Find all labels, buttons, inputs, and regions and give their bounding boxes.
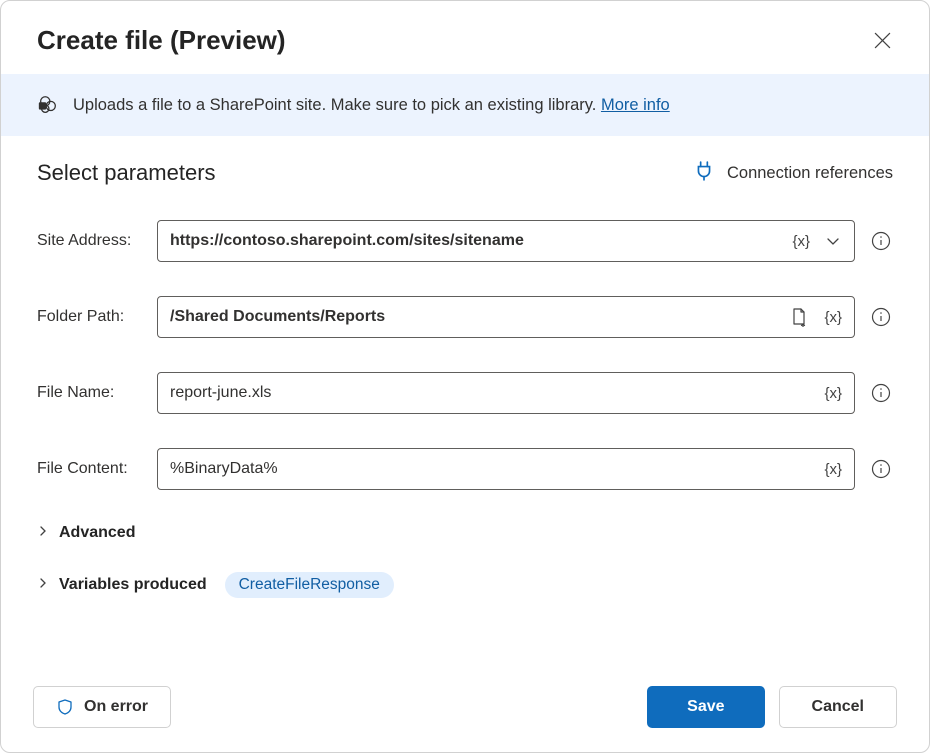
folder-path-label: Folder Path: <box>37 308 157 326</box>
field-site-address: Site Address: {x} <box>37 220 893 262</box>
info-banner: S Uploads a file to a SharePoint site. M… <box>1 74 929 136</box>
info-icon <box>871 459 891 479</box>
parameters-title: Select parameters <box>37 160 216 186</box>
file-name-input-wrap[interactable]: {x} <box>157 372 855 414</box>
dialog-header: Create file (Preview) <box>1 1 929 74</box>
file-content-adornments: {x} <box>822 460 844 479</box>
variable-token-button[interactable]: {x} <box>790 232 812 251</box>
site-address-input[interactable] <box>170 232 790 250</box>
field-folder-path: Folder Path: {x} <box>37 296 893 338</box>
variable-chip[interactable]: CreateFileResponse <box>225 572 394 598</box>
file-content-info[interactable] <box>869 459 893 479</box>
info-icon <box>871 383 891 403</box>
dialog-footer: On error Save Cancel <box>1 668 929 752</box>
close-icon <box>874 32 891 49</box>
dialog-title: Create file (Preview) <box>37 25 286 56</box>
banner-description: Uploads a file to a SharePoint site. Mak… <box>73 96 601 114</box>
folder-path-input-wrap[interactable]: {x} <box>157 296 855 338</box>
cancel-button[interactable]: Cancel <box>779 686 897 728</box>
file-name-input[interactable] <box>170 384 822 402</box>
chevron-right-icon <box>37 576 49 594</box>
site-address-adornments: {x} <box>790 230 844 252</box>
site-address-dropdown-button[interactable] <box>822 230 844 252</box>
file-content-label: File Content: <box>37 460 157 478</box>
advanced-toggle[interactable]: Advanced <box>37 524 893 542</box>
info-icon <box>871 231 891 251</box>
footer-actions: Save Cancel <box>647 686 897 728</box>
file-content-input-wrap[interactable]: {x} <box>157 448 855 490</box>
on-error-label: On error <box>84 698 148 716</box>
create-file-dialog: Create file (Preview) S Uploads a file t… <box>0 0 930 753</box>
chevron-right-icon <box>37 524 49 542</box>
chevron-down-icon <box>825 233 841 249</box>
folder-path-adornments: {x} <box>786 304 844 330</box>
site-address-input-wrap[interactable]: {x} <box>157 220 855 262</box>
variable-token-button[interactable]: {x} <box>822 308 844 327</box>
file-name-info[interactable] <box>869 383 893 403</box>
info-icon <box>871 307 891 327</box>
advanced-label: Advanced <box>59 524 135 542</box>
folder-path-info[interactable] <box>869 307 893 327</box>
site-address-info[interactable] <box>869 231 893 251</box>
dialog-content: Select parameters Connection references … <box>1 136 929 668</box>
file-name-adornments: {x} <box>822 384 844 403</box>
plug-icon <box>695 161 713 186</box>
connection-references-button[interactable]: Connection references <box>695 161 893 186</box>
site-address-label: Site Address: <box>37 232 157 250</box>
file-name-label: File Name: <box>37 384 157 402</box>
variable-token-button[interactable]: {x} <box>822 384 844 403</box>
field-file-content: File Content: {x} <box>37 448 893 490</box>
file-content-input[interactable] <box>170 460 822 478</box>
sharepoint-icon: S <box>37 94 59 116</box>
folder-picker-button[interactable] <box>786 304 812 330</box>
variable-token-button[interactable]: {x} <box>822 460 844 479</box>
shield-icon <box>56 698 74 716</box>
connection-references-label: Connection references <box>727 164 893 183</box>
file-picker-icon <box>789 307 809 327</box>
variables-produced-toggle[interactable]: Variables produced CreateFileResponse <box>37 572 893 598</box>
folder-path-input[interactable] <box>170 308 786 326</box>
svg-text:S: S <box>41 104 44 110</box>
more-info-link[interactable]: More info <box>601 96 670 114</box>
info-banner-text: Uploads a file to a SharePoint site. Mak… <box>73 96 670 115</box>
on-error-button[interactable]: On error <box>33 686 171 728</box>
close-button[interactable] <box>868 26 897 55</box>
field-file-name: File Name: {x} <box>37 372 893 414</box>
variables-produced-label: Variables produced <box>59 576 207 594</box>
parameters-header: Select parameters Connection references <box>37 160 893 186</box>
save-button[interactable]: Save <box>647 686 764 728</box>
